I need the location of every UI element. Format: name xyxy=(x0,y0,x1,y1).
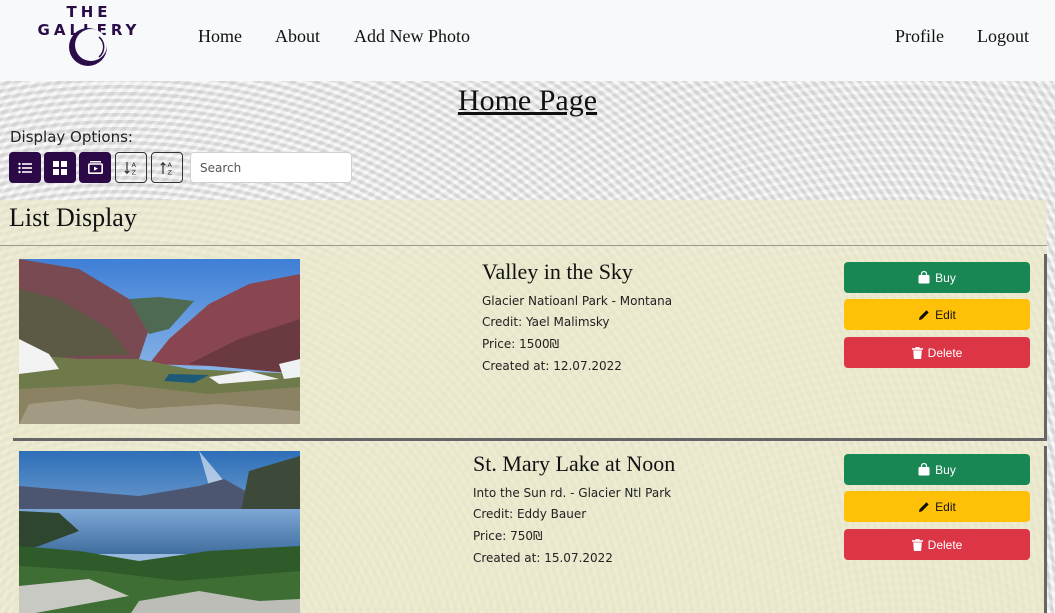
delete-button[interactable]: Delete xyxy=(844,529,1030,560)
list-view-icon xyxy=(18,162,32,173)
delete-button[interactable]: Delete xyxy=(844,337,1030,368)
divider xyxy=(0,245,1047,246)
shopping-bag-icon xyxy=(918,463,930,476)
buy-label: Buy xyxy=(935,270,956,285)
photo-credit: Credit: Yael Malimsky xyxy=(482,315,610,329)
photo-card: Valley in the Sky Glacier Natioanl Park … xyxy=(13,254,1047,441)
pencil-icon xyxy=(919,309,929,320)
photo-price: Price: 750₪ xyxy=(473,529,543,543)
page-title: Home Page xyxy=(457,84,598,117)
grid-view-icon xyxy=(53,160,67,175)
nav-logout-link[interactable]: Logout xyxy=(977,26,1029,47)
trash-icon xyxy=(911,346,923,359)
display-options-label: Display Options: xyxy=(10,128,133,146)
crescent-logo-icon xyxy=(69,28,107,66)
edit-button[interactable]: Edit xyxy=(844,491,1030,522)
buy-button[interactable]: Buy xyxy=(844,262,1030,293)
nav-home-link[interactable]: Home xyxy=(198,26,242,47)
photo-location: Glacier Natioanl Park - Montana xyxy=(482,294,673,308)
pencil-icon xyxy=(919,501,929,512)
nav-about-link[interactable]: About xyxy=(275,26,320,47)
buy-button[interactable]: Buy xyxy=(844,454,1030,485)
grid-view-button[interactable] xyxy=(44,152,76,183)
list-display-heading: List Display xyxy=(9,203,137,232)
photo-image xyxy=(19,451,300,613)
svg-text:Z: Z xyxy=(132,168,137,176)
buy-label: Buy xyxy=(935,462,956,477)
sort-descending-icon: A Z xyxy=(160,161,173,176)
sort-ascending-button[interactable]: A Z xyxy=(115,152,147,183)
edit-label: Edit xyxy=(935,499,956,514)
sort-descending-button[interactable]: A Z xyxy=(151,152,183,183)
edit-button[interactable]: Edit xyxy=(844,299,1030,330)
photo-valley-in-the-sky[interactable] xyxy=(19,259,300,424)
photo-title: St. Mary Lake at Noon xyxy=(473,451,676,476)
navbar: THE GALLERY Home About Add New Photo Pro… xyxy=(0,0,1055,81)
photo-location: Into the Sun rd. - Glacier Ntl Park xyxy=(473,486,672,500)
list-view-button[interactable] xyxy=(9,152,41,183)
sort-ascending-icon: A Z xyxy=(124,161,137,176)
photo-created-date: Created at: 12.07.2022 xyxy=(482,359,622,373)
trash-icon xyxy=(911,538,923,551)
photo-created-date: Created at: 15.07.2022 xyxy=(473,551,613,565)
svg-text:Z: Z xyxy=(168,168,173,176)
carousel-view-icon xyxy=(87,161,103,174)
brand[interactable]: THE GALLERY xyxy=(14,3,164,73)
edit-label: Edit xyxy=(935,307,956,322)
photo-image xyxy=(19,259,300,424)
shopping-bag-icon xyxy=(918,271,930,284)
photo-credit: Credit: Eddy Bauer xyxy=(473,507,587,521)
photo-title: Valley in the Sky xyxy=(482,259,633,284)
delete-label: Delete xyxy=(927,537,963,552)
delete-label: Delete xyxy=(927,345,963,360)
photo-price: Price: 1500₪ xyxy=(482,337,560,351)
nav-profile-link[interactable]: Profile xyxy=(895,26,944,47)
nav-add-photo-link[interactable]: Add New Photo xyxy=(354,26,470,47)
carousel-view-button[interactable] xyxy=(79,152,111,183)
search-input[interactable] xyxy=(190,152,352,183)
photo-card: St. Mary Lake at Noon Into the Sun rd. -… xyxy=(13,446,1047,613)
photo-st-mary-lake[interactable] xyxy=(19,451,300,613)
